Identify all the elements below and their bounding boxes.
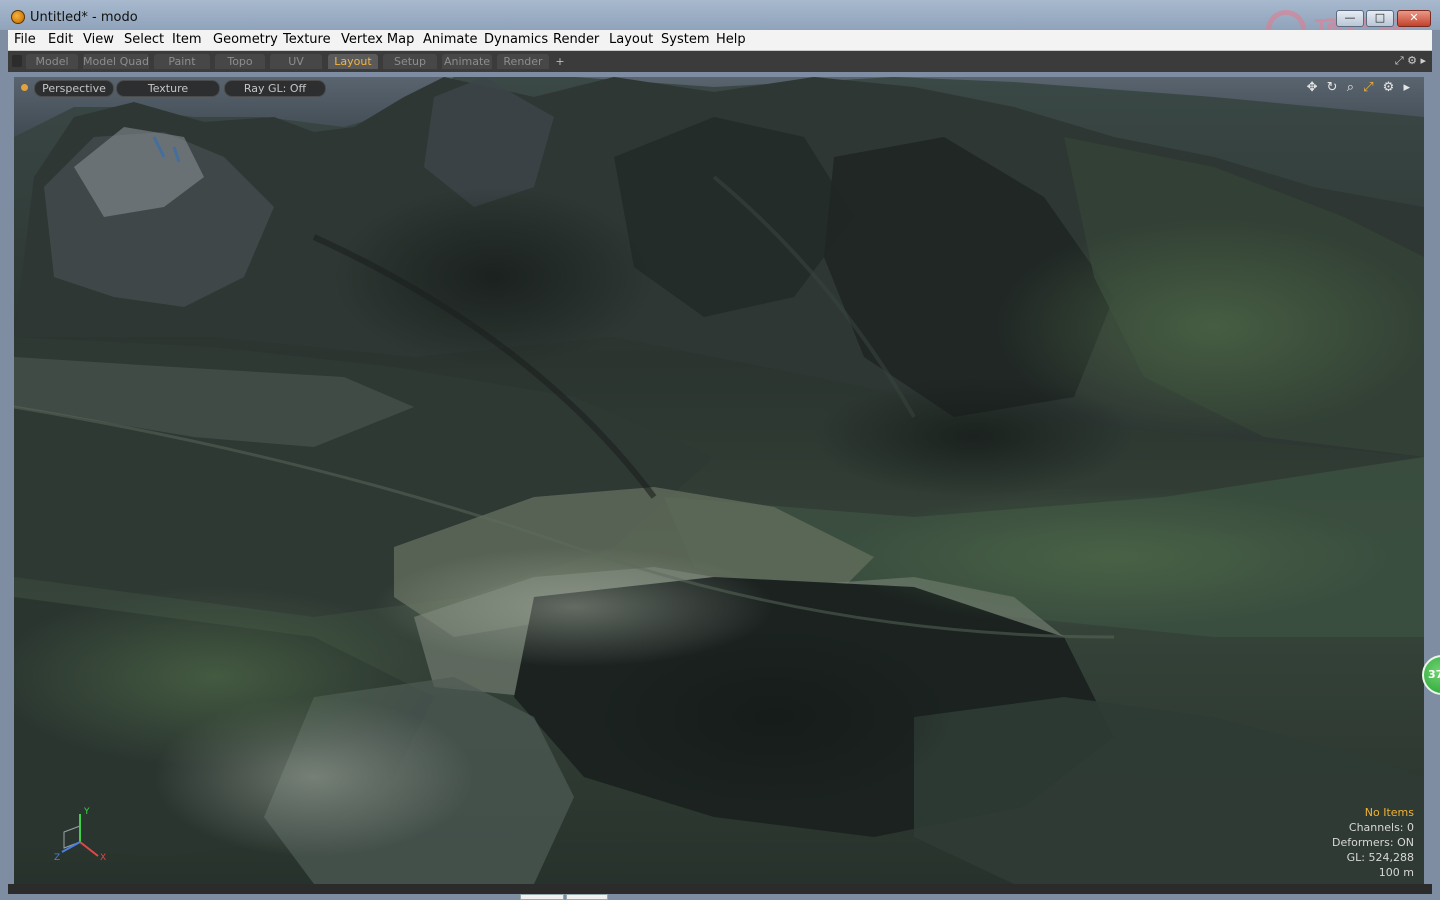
rotate-icon[interactable]: ↻	[1327, 80, 1338, 95]
zoom-icon[interactable]: ⌕	[1347, 80, 1354, 95]
viewport-settings-icon[interactable]: ⚙	[1383, 80, 1395, 95]
side-floating-badge[interactable]: 37	[1422, 655, 1440, 695]
deformers-label: Deformers: ON	[1332, 836, 1414, 849]
menu-bar: File Edit View Select Item Geometry Text…	[8, 30, 1432, 51]
viewport-menu-icon[interactable]	[21, 84, 28, 91]
ray-gl-toggle[interactable]: Ray GL: Off	[224, 80, 326, 97]
maximize-viewport-icon[interactable]: ⤢	[1363, 80, 1373, 95]
tab-topo[interactable]: Topo	[215, 54, 265, 69]
maximize-button[interactable]: □	[1366, 10, 1394, 27]
tab-model-quad[interactable]: Model Quad	[83, 54, 149, 69]
pan-icon[interactable]: ✥	[1307, 80, 1318, 95]
tab-bar-options-icon[interactable]: ⤢ ⚙ ▸	[1395, 54, 1426, 68]
minimize-button[interactable]: —	[1336, 10, 1364, 27]
viewport-info-overlay: No Items Channels: 0 Deformers: ON GL: 5…	[1332, 805, 1414, 880]
menu-help[interactable]: Help	[716, 32, 746, 47]
window-title: Untitled* - modo	[30, 10, 138, 25]
tab-animate[interactable]: Animate	[442, 54, 492, 69]
modo-logo-icon	[11, 10, 25, 24]
add-tab-button[interactable]: +	[553, 54, 567, 69]
menu-animate[interactable]: Animate	[423, 32, 477, 47]
status-tab-1[interactable]	[520, 894, 564, 900]
tab-menu-icon[interactable]	[12, 55, 22, 67]
app-window: Untitled* - modo 顶渲网 toprender.com — □ ✕…	[0, 0, 1440, 900]
menu-edit[interactable]: Edit	[48, 32, 73, 47]
close-button[interactable]: ✕	[1397, 10, 1431, 27]
tab-layout[interactable]: Layout	[328, 54, 378, 69]
gl-poly-count: GL: 524,288	[1346, 851, 1414, 864]
menu-dynamics[interactable]: Dynamics	[484, 32, 548, 47]
menu-view[interactable]: View	[83, 32, 114, 47]
3d-viewport[interactable]: Perspective Texture Ray GL: Off ✥ ↻ ⌕ ⤢ …	[14, 77, 1424, 884]
tab-uv[interactable]: UV	[270, 54, 322, 69]
channels-label: Channels: 0	[1348, 821, 1414, 834]
axis-y-label: Y	[83, 807, 90, 817]
tab-model[interactable]: Model	[26, 54, 78, 69]
menu-render[interactable]: Render	[553, 32, 599, 47]
tab-render[interactable]: Render	[497, 54, 549, 69]
axis-x-label: X	[100, 853, 106, 863]
menu-item[interactable]: Item	[172, 32, 202, 47]
menu-layout[interactable]: Layout	[609, 32, 653, 47]
menu-select[interactable]: Select	[124, 32, 164, 47]
menu-file[interactable]: File	[14, 32, 36, 47]
viewport-tools: ✥ ↻ ⌕ ⤢ ⚙ ▸	[1302, 80, 1410, 95]
tab-paint[interactable]: Paint	[154, 54, 210, 69]
perspective-button[interactable]: Perspective	[34, 80, 114, 97]
menu-system[interactable]: System	[661, 32, 709, 47]
texture-shading-button[interactable]: Texture	[116, 80, 220, 97]
no-items-label: No Items	[1364, 806, 1414, 819]
title-bar[interactable]: Untitled* - modo 顶渲网 toprender.com — □ ✕	[0, 0, 1440, 55]
viewport-bottom-border	[8, 884, 1432, 894]
layout-tab-bar: Model Model Quad Paint Topo UV Layout Se…	[8, 51, 1432, 72]
menu-geometry[interactable]: Geometry	[213, 32, 278, 47]
axis-z-label: Z	[54, 853, 60, 863]
axis-gizmo-icon: Y X Z	[54, 807, 106, 863]
menu-vertex-map[interactable]: Vertex Map	[341, 32, 414, 47]
tab-setup[interactable]: Setup	[383, 54, 437, 69]
grid-scale-label: 100 m	[1378, 866, 1414, 879]
viewport-expand-icon[interactable]: ▸	[1403, 80, 1410, 95]
menu-texture[interactable]: Texture	[283, 32, 331, 47]
terrain-render	[14, 77, 1424, 884]
status-tab-2[interactable]	[566, 894, 608, 900]
